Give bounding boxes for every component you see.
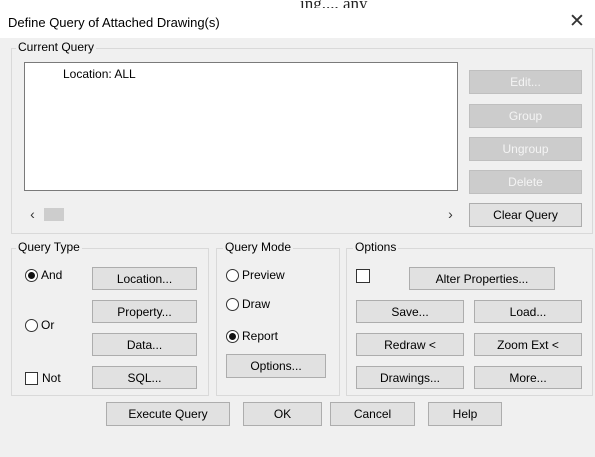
zoom-ext-button[interactable]: Zoom Ext < — [474, 333, 582, 356]
report-radio-circle[interactable] — [226, 329, 239, 343]
close-icon[interactable]: ✕ — [567, 10, 587, 34]
ungroup-button[interactable]: Ungroup — [469, 137, 582, 161]
scroll-thumb[interactable] — [44, 208, 64, 221]
clear-query-button[interactable]: Clear Query — [469, 203, 582, 227]
options-checkbox[interactable] — [356, 269, 370, 283]
mode-options-button[interactable]: Options... — [226, 354, 326, 378]
redraw-button[interactable]: Redraw < — [356, 333, 464, 356]
not-checkbox-box[interactable] — [25, 371, 38, 385]
save-button[interactable]: Save... — [356, 300, 464, 323]
group-button[interactable]: Group — [469, 104, 582, 128]
and-radio[interactable]: And — [25, 268, 62, 282]
options-label: Options — [353, 240, 399, 254]
and-radio-circle[interactable] — [25, 268, 38, 282]
execute-query-button[interactable]: Execute Query — [106, 402, 230, 426]
preview-radio[interactable]: Preview — [226, 268, 285, 282]
more-button[interactable]: More... — [474, 366, 582, 389]
current-query-label: Current Query — [16, 40, 97, 54]
draw-radio[interactable]: Draw — [226, 297, 270, 311]
load-button[interactable]: Load... — [474, 300, 582, 323]
horizontal-scrollbar[interactable]: ‹ › — [24, 206, 464, 223]
delete-button[interactable]: Delete — [469, 170, 582, 194]
property-button[interactable]: Property... — [92, 300, 197, 323]
not-checkbox-label: Not — [42, 371, 61, 385]
or-radio-circle[interactable] — [25, 318, 38, 332]
not-checkbox[interactable]: Not — [25, 371, 61, 385]
and-radio-label: And — [41, 268, 63, 282]
ok-button[interactable]: OK — [243, 402, 322, 426]
edit-button[interactable]: Edit... — [469, 70, 582, 94]
report-radio-label: Report — [242, 329, 279, 343]
query-mode-label: Query Mode — [223, 240, 294, 254]
define-query-dialog: Define Query of Attached Drawing(s) ✕ Cu… — [0, 8, 595, 457]
draw-radio-circle[interactable] — [226, 297, 239, 311]
cancel-button[interactable]: Cancel — [330, 402, 415, 426]
preview-radio-circle[interactable] — [226, 268, 239, 282]
location-button[interactable]: Location... — [92, 267, 197, 290]
scroll-left-icon[interactable]: ‹ — [24, 206, 41, 223]
draw-radio-label: Draw — [242, 297, 271, 311]
query-type-label: Query Type — [16, 240, 82, 254]
window-title: Define Query of Attached Drawing(s) — [8, 15, 220, 30]
drawings-button[interactable]: Drawings... — [356, 366, 464, 389]
query-line[interactable]: Location: ALL — [63, 67, 136, 81]
data-button[interactable]: Data... — [92, 333, 197, 356]
preview-radio-label: Preview — [242, 268, 285, 282]
report-radio[interactable]: Report — [226, 329, 278, 343]
help-button[interactable]: Help — [428, 402, 502, 426]
sql-button[interactable]: SQL... — [92, 366, 197, 389]
or-radio-label: Or — [41, 318, 55, 332]
alter-properties-button[interactable]: Alter Properties... — [409, 267, 555, 290]
title-bar: Define Query of Attached Drawing(s) ✕ — [0, 8, 595, 38]
or-radio[interactable]: Or — [25, 318, 54, 332]
query-list[interactable]: Location: ALL — [24, 62, 458, 191]
scroll-right-icon[interactable]: › — [442, 206, 459, 223]
